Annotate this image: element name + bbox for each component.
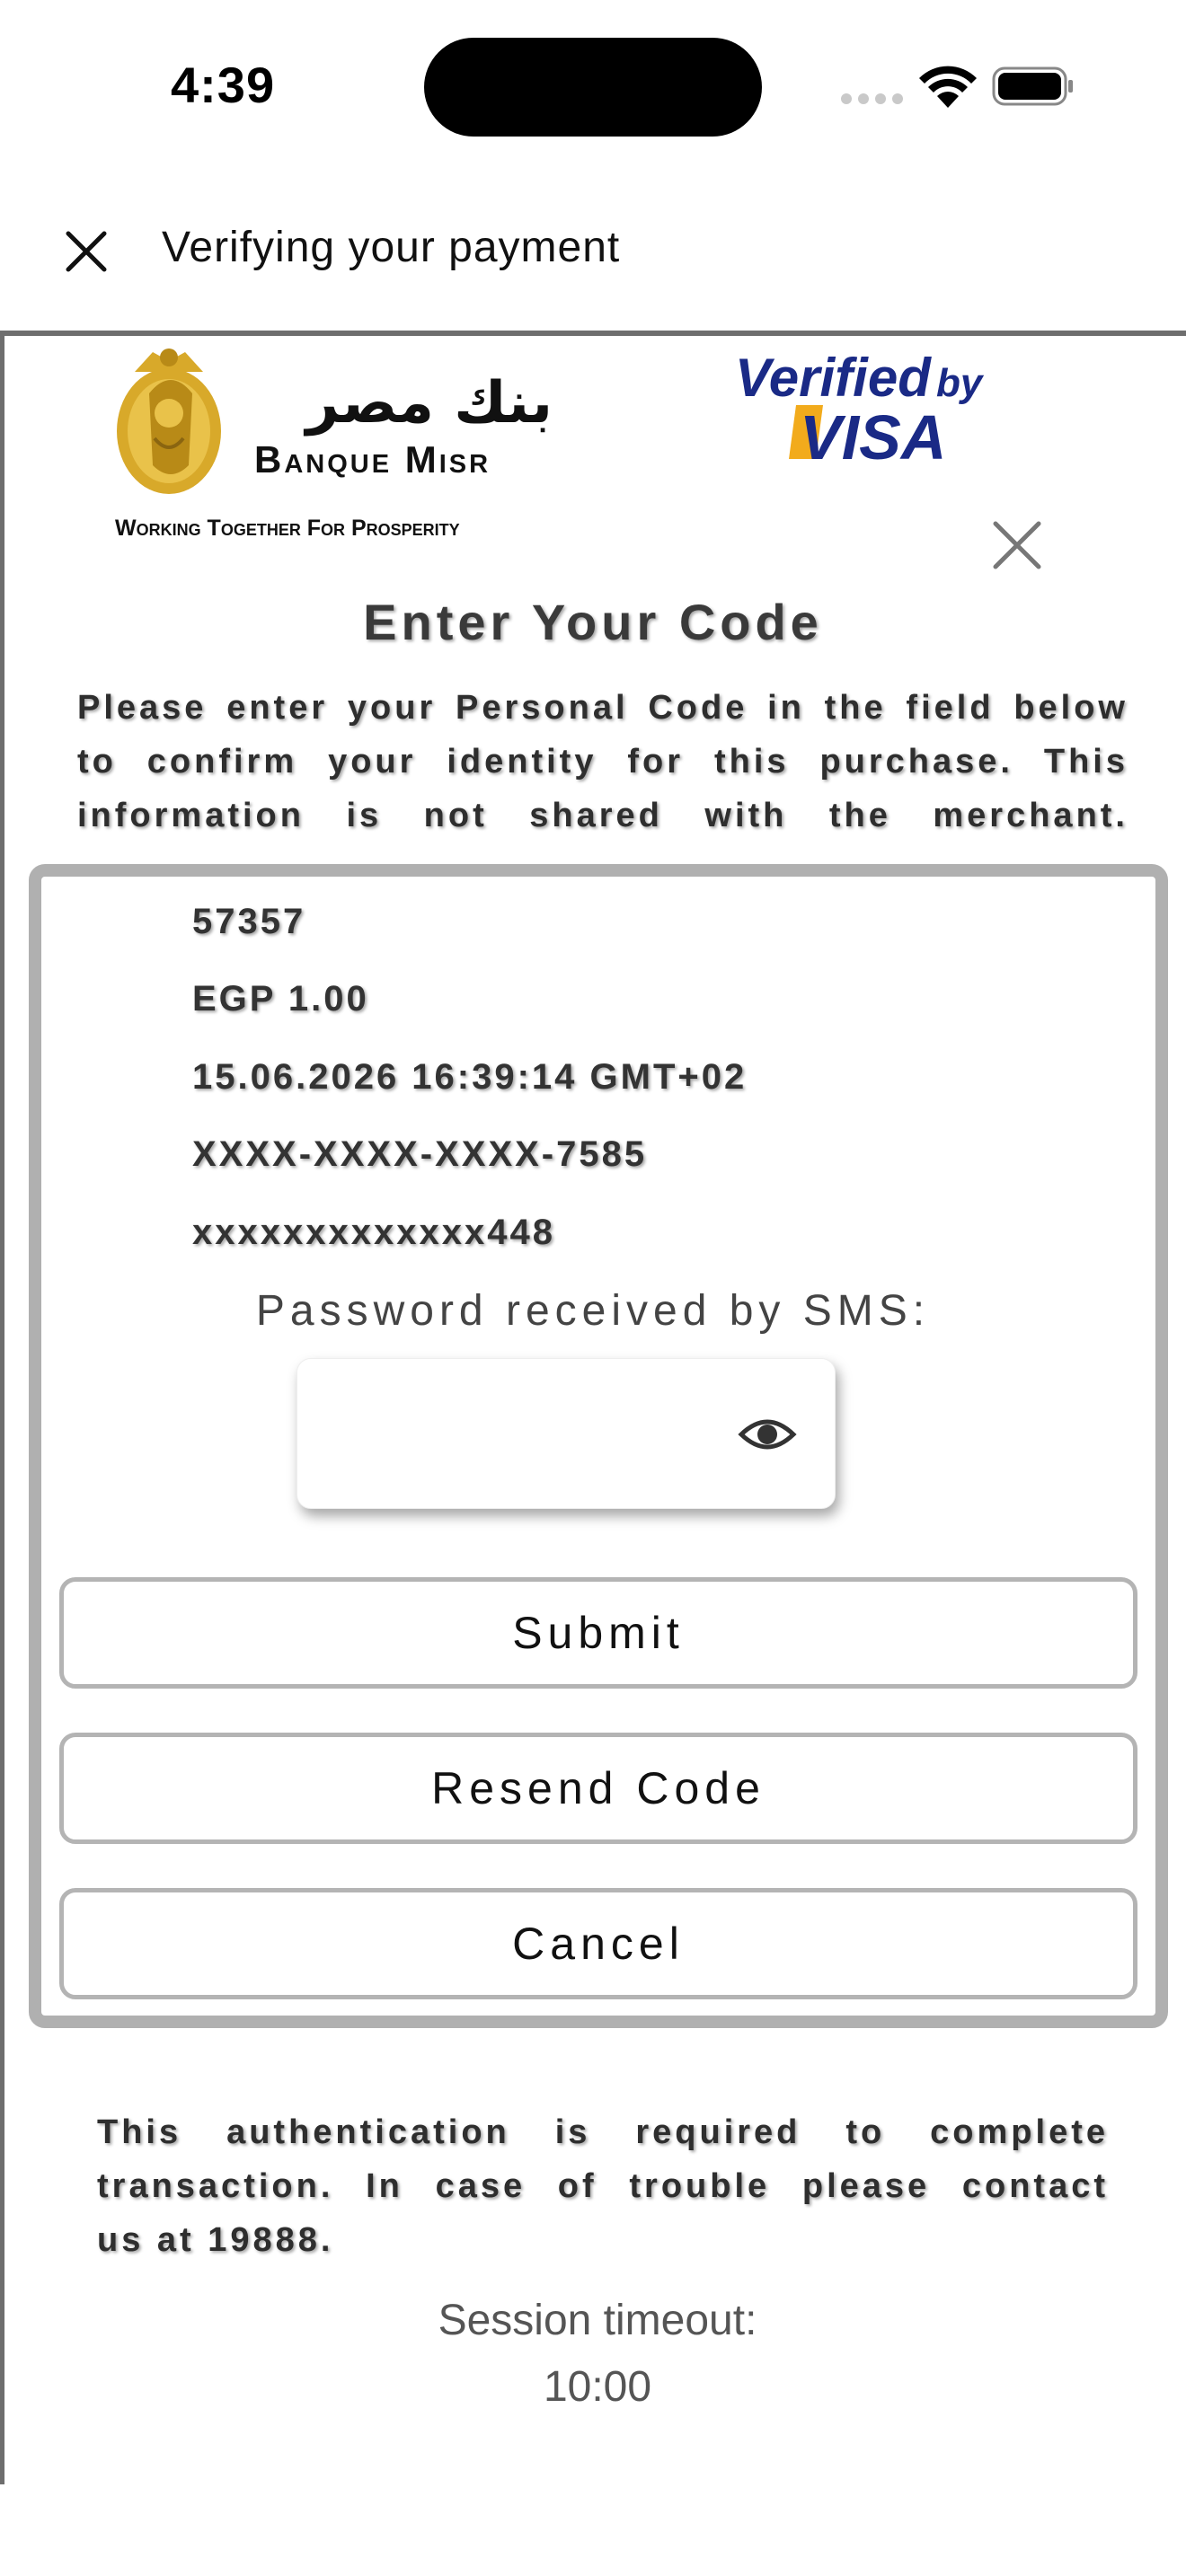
session-timeout-label: Session timeout: — [438, 2297, 757, 2344]
eye-icon[interactable] — [738, 1409, 797, 1460]
svg-text:Verified: Verified — [735, 348, 932, 408]
card-number: XXXX-XXXX-XXXX-7585 — [192, 1134, 648, 1174]
resend-code-button[interactable]: Resend Code — [59, 1733, 1137, 1844]
cellular-signal-icon — [841, 93, 903, 104]
verified-by-visa-logo: Verified by VISA — [735, 348, 985, 472]
merchant-id: 57357 — [192, 902, 306, 941]
password-input[interactable] — [324, 1395, 720, 1474]
transaction-amount: EGP 1.00 — [192, 979, 369, 1019]
close-icon[interactable] — [988, 516, 1046, 574]
support-note: This authentication is required to compl… — [97, 2105, 1109, 2267]
svg-text:Banque Misr: Banque Misr — [254, 438, 491, 481]
phone-number: xxxxxxxxxxxxx448 — [192, 1213, 555, 1252]
password-field[interactable] — [296, 1358, 836, 1509]
status-bar: 4:39 — [0, 0, 1186, 171]
support-note-line: transaction. In case of trouble please c… — [97, 2167, 1109, 2205]
battery-icon — [992, 66, 1073, 106]
transaction-datetime: 15.06.2026 16:39:14 GMT+02 — [192, 1057, 748, 1097]
svg-text:بنك مصر: بنك مصر — [303, 370, 553, 437]
submit-button[interactable]: Submit — [59, 1577, 1137, 1689]
support-note-line: This authentication is required to compl… — [97, 2113, 1109, 2151]
session-timeout-value: 10:00 — [543, 2363, 652, 2411]
banque-misr-logo: بنك مصر Banque Misr Working Together For… — [115, 348, 553, 541]
status-time: 4:39 — [171, 57, 276, 113]
support-note-line: us at 19888. — [97, 2221, 334, 2259]
wifi-icon — [919, 66, 977, 108]
close-icon[interactable] — [59, 225, 113, 278]
instructions-text: Please enter your Personal Code in the f… — [77, 689, 1128, 834]
navigation-bar: Verifying your payment — [0, 180, 1186, 332]
cancel-button[interactable]: Cancel — [59, 1888, 1137, 1999]
svg-text:VISA: VISA — [800, 402, 946, 472]
dynamic-island — [424, 38, 762, 137]
page-heading: Enter Your Code — [363, 594, 823, 650]
password-label: Password received by SMS: — [255, 1287, 931, 1335]
svg-text:Working Together For Prosperit: Working Together For Prosperity — [115, 516, 460, 541]
svg-text:by: by — [936, 361, 985, 405]
page-title: Verifying your payment — [162, 224, 621, 271]
